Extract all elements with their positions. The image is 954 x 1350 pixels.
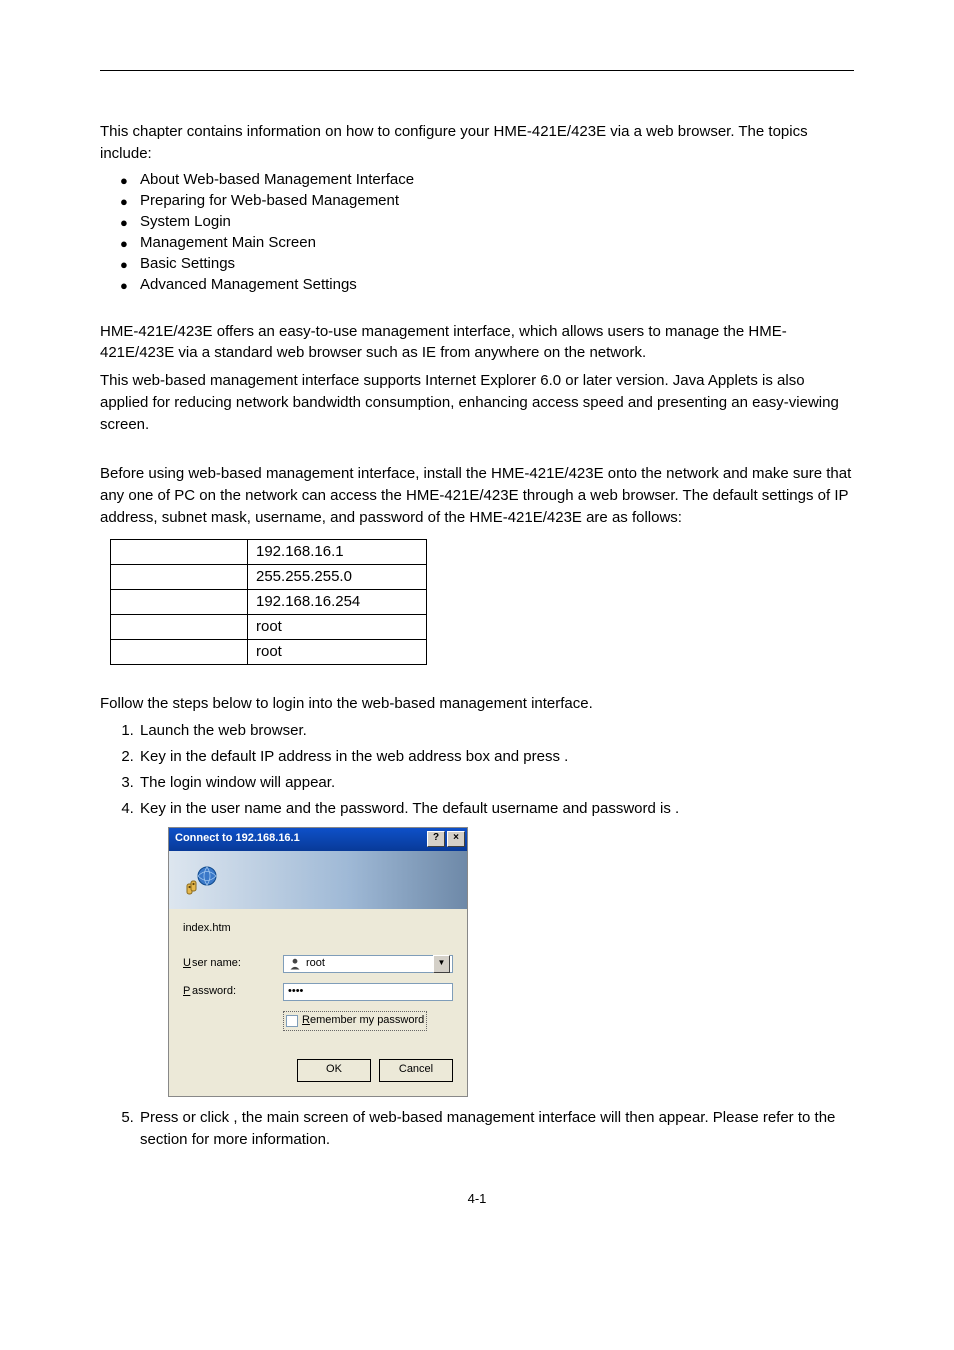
password-label: Password: (183, 984, 283, 1000)
table-value: 255.255.255.0 (248, 564, 427, 589)
step-text: , the main screen of web-based managemen… (233, 1109, 835, 1126)
table-label (111, 539, 248, 564)
cancel-button[interactable]: Cancel (379, 1059, 453, 1082)
table-row: root (111, 639, 427, 664)
page-number: 4-1 (100, 1191, 854, 1206)
step-item: Key in the default IP address in the web… (138, 746, 854, 768)
step-item: The login window will appear. (138, 772, 854, 794)
prep-p1: Before using web-based management interf… (100, 463, 854, 528)
username-label: User name: (183, 956, 283, 972)
remember-label: Remember my password (302, 1013, 424, 1029)
table-row: 192.168.16.254 (111, 589, 427, 614)
table-label (111, 639, 248, 664)
step-text: or click (183, 1109, 234, 1126)
table-value: 192.168.16.254 (248, 589, 427, 614)
table-row: 192.168.16.1 (111, 539, 427, 564)
intro-paragraph: This chapter contains information on how… (100, 121, 854, 165)
table-row: root (111, 614, 427, 639)
password-input[interactable]: •••• (283, 983, 453, 1001)
step-text: Key in the user name and the password. T… (140, 800, 675, 817)
topic-list: About Web-based Management Interface Pre… (100, 171, 854, 293)
topic-item: Basic Settings (120, 255, 854, 272)
topic-item: Preparing for Web-based Management (120, 192, 854, 209)
login-dialog: Connect to 192.168.16.1 ? × (168, 827, 468, 1097)
step-item: Launch the web browser. (138, 720, 854, 742)
table-label (111, 589, 248, 614)
chevron-down-icon[interactable]: ▼ (433, 955, 450, 973)
keys-globe-icon (183, 862, 219, 898)
topic-item: About Web-based Management Interface (120, 171, 854, 188)
step-text: Press (140, 1109, 183, 1126)
defaults-table: 192.168.16.1 255.255.255.0 192.168.16.25… (110, 539, 427, 665)
step-text: . (564, 748, 568, 765)
username-value: root (306, 956, 325, 972)
close-icon[interactable]: × (447, 831, 465, 847)
dialog-resource-label: index.htm (183, 921, 453, 937)
topic-item: System Login (120, 213, 854, 230)
top-rule (100, 70, 854, 71)
topic-item: Management Main Screen (120, 234, 854, 251)
help-icon[interactable]: ? (427, 831, 445, 847)
dialog-banner (169, 851, 467, 909)
about-p1: HME-421E/423E offers an easy-to-use mana… (100, 321, 854, 365)
table-value: root (248, 639, 427, 664)
ok-button[interactable]: OK (297, 1059, 371, 1082)
dialog-title-text: Connect to 192.168.16.1 (175, 831, 300, 847)
step-text: Key in the default IP address in the web… (140, 748, 564, 765)
table-row: 255.255.255.0 (111, 564, 427, 589)
password-value: •••• (288, 984, 303, 1000)
step-item: Press or click , the main screen of web-… (138, 1107, 854, 1151)
table-label (111, 614, 248, 639)
table-label (111, 564, 248, 589)
remember-checkbox[interactable] (286, 1015, 298, 1027)
login-intro: Follow the steps below to login into the… (100, 693, 854, 715)
username-combo[interactable]: root ▼ (283, 955, 453, 973)
steps-list: Launch the web browser. Key in the defau… (100, 720, 854, 1150)
table-value: root (248, 614, 427, 639)
step-text: . (675, 800, 679, 817)
step-item: Key in the user name and the password. T… (138, 798, 854, 1098)
dialog-titlebar: Connect to 192.168.16.1 ? × (169, 828, 467, 851)
about-p2: This web-based management interface supp… (100, 370, 854, 435)
topic-item: Advanced Management Settings (120, 276, 854, 293)
step-text: section for more information. (140, 1131, 330, 1148)
table-value: 192.168.16.1 (248, 539, 427, 564)
remember-password-row[interactable]: Remember my password (283, 1011, 427, 1031)
user-icon (288, 957, 302, 971)
